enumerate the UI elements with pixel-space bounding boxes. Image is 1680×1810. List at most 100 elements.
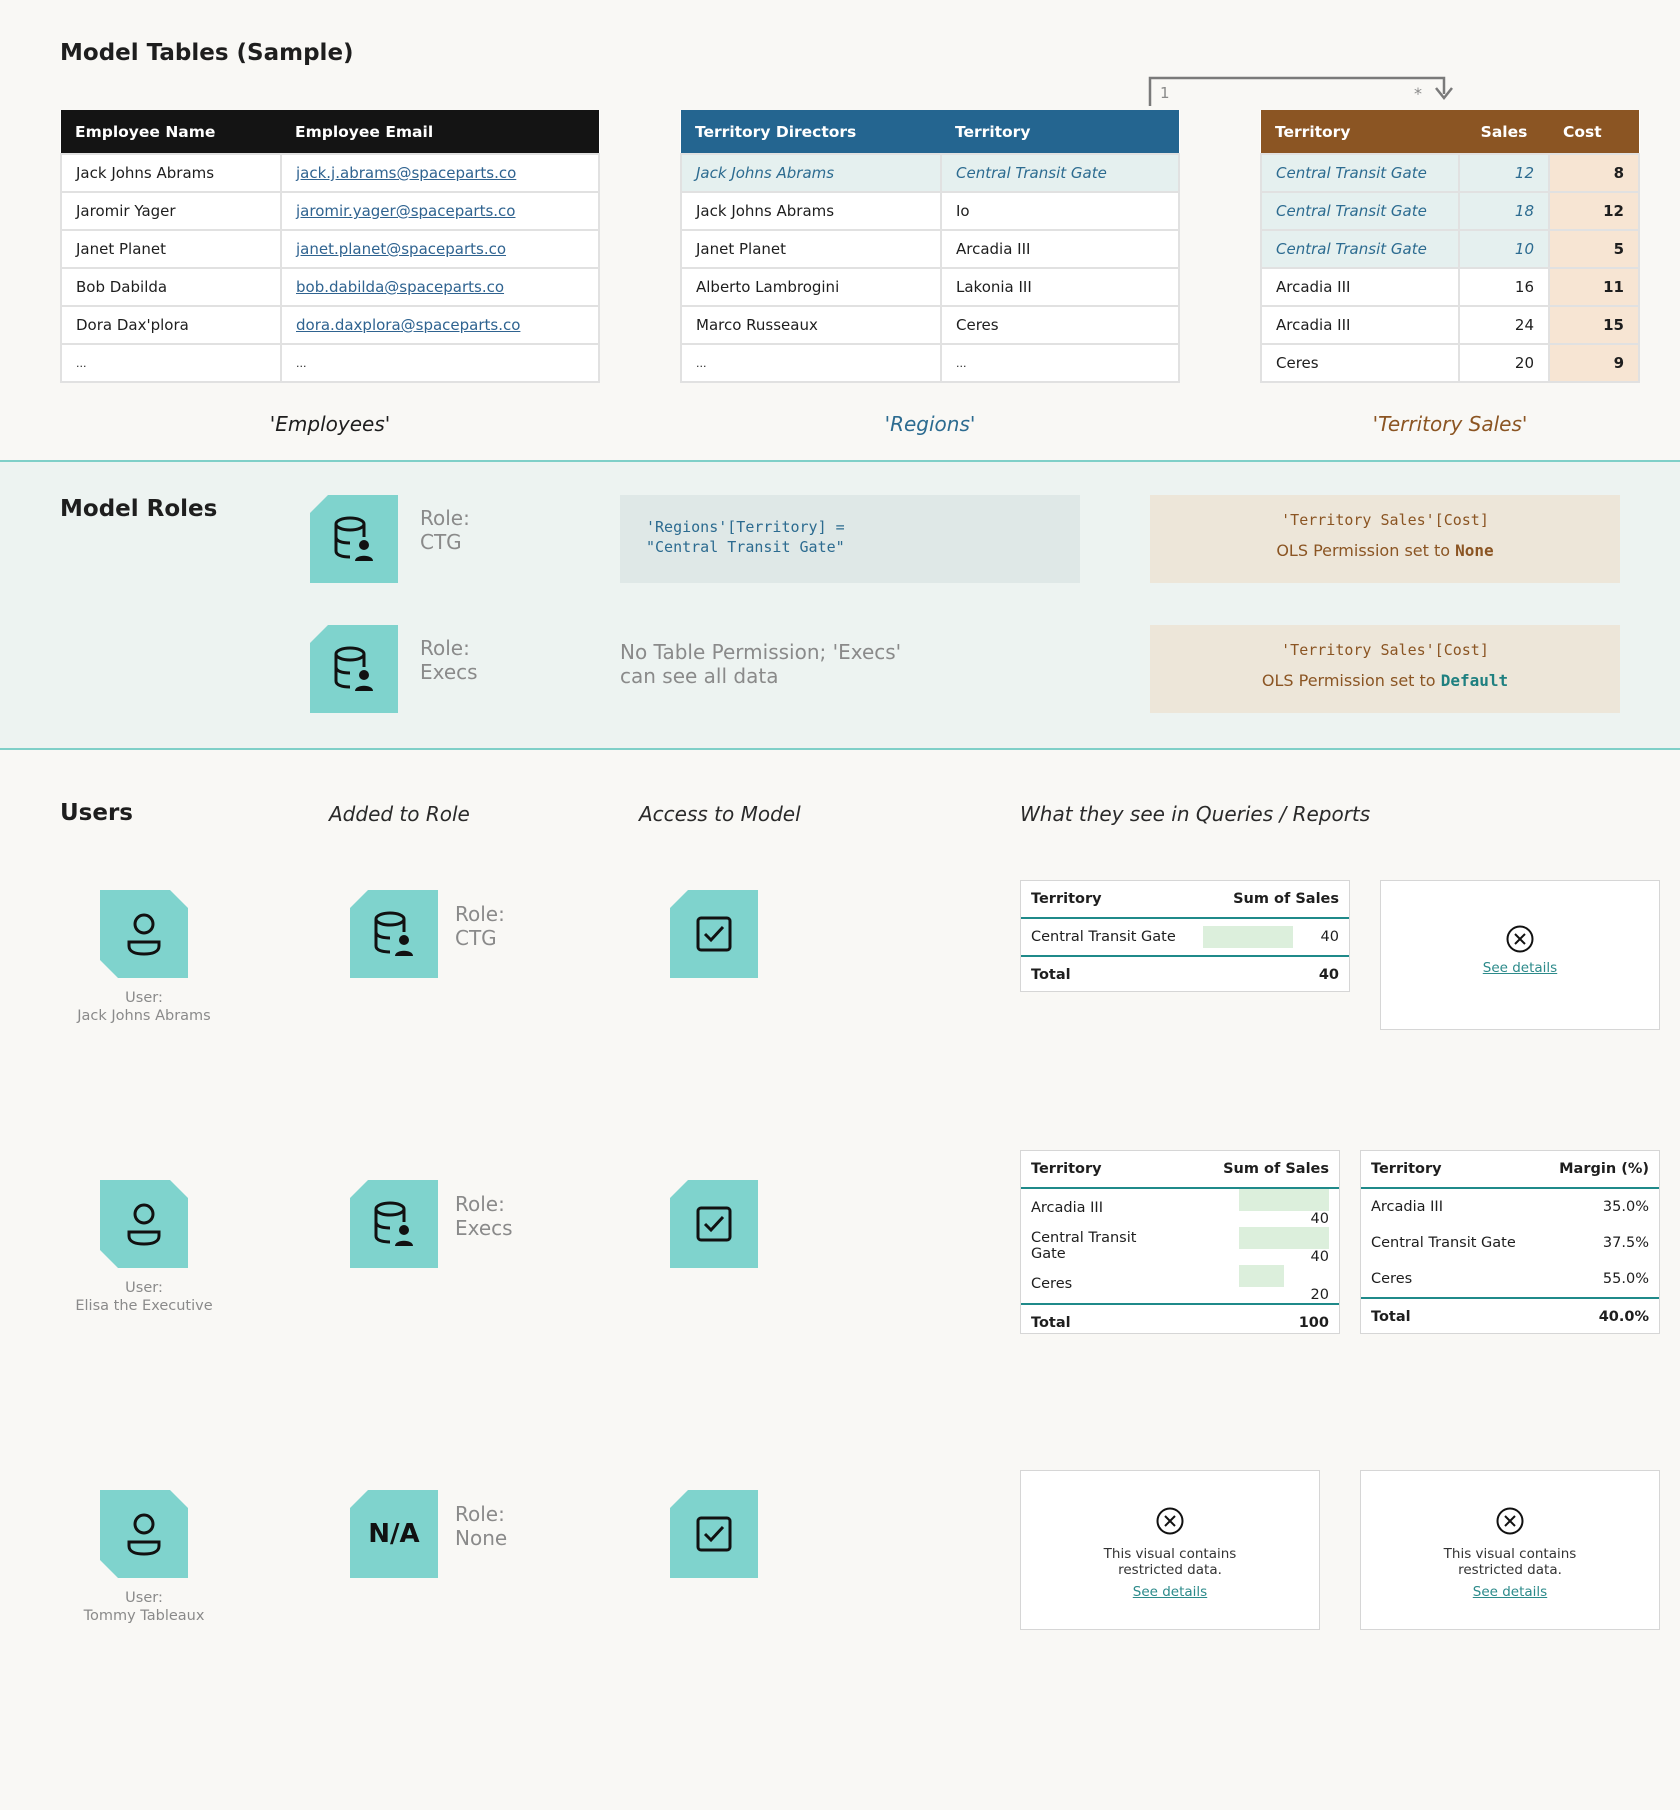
ctg-sales-visual[interactable]: Territory Sum of Sales Central Transit Ga… [1020,880,1350,993]
regions-table: Territory Directors Territory Jack Johns… [680,110,1180,383]
territory-sales-table: Territory Sales Cost Central Transit Gat… [1260,110,1640,383]
checkbox-checked-icon [696,1206,732,1242]
employees-table: Employee Name Employee Email Jack Johns … [60,110,600,383]
checkbox-checked-icon [696,1516,732,1552]
what-they-see-heading: What they see in Queries / Reports [1020,802,1371,826]
user-elisa-role-label: Role: Execs [455,1192,513,1240]
visual-header-margin: Margin (%) [1539,1151,1659,1189]
sales-territory: Central Transit Gate [1260,153,1460,193]
tommy-restricted-visual-right: This visual contains restricted data. Se… [1360,1470,1660,1630]
error-circle-icon [1496,1507,1524,1535]
note-line: can see all data [620,664,779,688]
user-elisa-access-icon [670,1180,758,1268]
error-circle-icon [1506,925,1534,953]
employee-name: Dora Dax'plora [60,305,282,345]
table-row: Alberto Lambrogini Lakonia III [680,267,1180,307]
sales-territory: Arcadia III [1260,267,1460,307]
relationship-many-label: * [1414,84,1422,103]
employee-email: ... [280,343,600,383]
total-value: 40.0% [1539,1297,1659,1335]
user-icon [127,913,161,956]
employee-email-link[interactable]: jaromir.yager@spaceparts.co [296,202,515,220]
territory-sales-caption: 'Territory Sales' [1372,412,1528,436]
role-prefix: Role: [455,1192,505,1216]
user-jack-role-label: Role: CTG [455,902,505,950]
region-territory: ... [940,343,1180,383]
database-user-icon [374,911,413,956]
employee-email-link[interactable]: janet.planet@spaceparts.co [296,240,506,258]
cost-value: 11 [1548,267,1640,307]
see-details-link[interactable]: See details [1473,1584,1547,1600]
visual-territory: Arcadia III [1371,1199,1443,1215]
visual-territory: Central Transit Gate [1371,1235,1516,1251]
region-director: Marco Russeaux [680,305,942,345]
table-row: Jack Johns Abrams Central Transit Gate [680,153,1180,193]
user-icon [127,1203,161,1246]
visual-header-territory: Territory [1021,881,1190,919]
region-territory: Io [940,191,1180,231]
region-director: Alberto Lambrogini [680,267,942,307]
region-director: Janet Planet [680,229,942,269]
visual-value: 40 [1320,929,1339,945]
ols-column: 'Territory Sales'[Cost] [1281,641,1489,659]
error-circle-icon [1156,1507,1184,1535]
restricted-message: restricted data. [1458,1562,1562,1578]
visual-value: 40 [1310,1211,1329,1227]
added-to-role-heading: Added to Role [329,802,470,826]
regions-header-directors: Territory Directors [681,110,941,154]
user-tommy-access-icon [670,1490,758,1578]
user-jack-icon [100,890,188,978]
role-ctg-icon [310,495,398,583]
user-name: Tommy Tableaux [83,1608,205,1624]
ols-value: Default [1440,671,1509,690]
ols-permission: OLS Permission set to None [1150,541,1620,560]
cost-value: 15 [1548,305,1640,345]
sales-territory: Ceres [1260,343,1460,383]
region-director: Jack Johns Abrams [680,153,942,193]
sales-value: 18 [1458,191,1550,231]
table-row: Janet Planet janet.planet@spaceparts.co [60,229,600,269]
role-ctg-ols: 'Territory Sales'[Cost] OLS Permission s… [1150,495,1620,583]
visual-header-territory: Territory [1361,1151,1540,1189]
role-execs-label: Role: Execs [420,636,478,684]
role-prefix: Role: [455,1502,505,1526]
region-territory: Central Transit Gate [940,153,1180,193]
total-value: 40 [1189,955,1349,993]
rule-line: 'Regions'[Territory] = [646,518,845,536]
visual-territory: Ceres [1031,1276,1073,1292]
restricted-message: restricted data. [1118,1562,1222,1578]
employee-name: Janet Planet [60,229,282,269]
employee-email-link[interactable]: bob.dabilda@spaceparts.co [296,278,504,296]
employee-name: Jack Johns Abrams [60,153,282,193]
region-territory: Lakonia III [940,267,1180,307]
see-details-link[interactable]: See details [1483,960,1557,976]
user-prefix: User: [125,1280,163,1296]
table-row: Jaromir Yager jaromir.yager@spaceparts.co [60,191,600,231]
table-row: Central Transit Gate 18 12 [1260,191,1640,231]
employee-email-link[interactable]: dora.daxplora@spaceparts.co [296,316,520,334]
exec-margin-visual[interactable]: Territory Margin (%) Arcadia III 35.0% Cen… [1360,1150,1660,1335]
ols-permission: OLS Permission set to Default [1150,671,1620,690]
employee-email-link[interactable]: jack.j.abrams@spaceparts.co [296,164,516,182]
sales-header-cost: Cost [1549,110,1639,154]
ols-value: None [1455,541,1494,560]
sales-territory: Central Transit Gate [1260,229,1460,269]
employee-name: Bob Dabilda [60,267,282,307]
regions-header-territory: Territory [941,110,1179,154]
employees-header-name: Employee Name [61,110,281,154]
total-row: Total 100 [1021,1303,1339,1341]
user-tommy-caption: User: Tommy Tableaux [44,1589,244,1625]
regions-caption: 'Regions' [884,412,976,436]
ols-text: OLS Permission set to [1276,541,1451,560]
role-ctg-filter-rule: 'Regions'[Territory] = "Central Transit … [620,495,1080,583]
exec-sales-visual[interactable]: Territory Sum of Sales Arcadia III 40 Cen… [1020,1150,1340,1341]
visual-header-sales: Sum of Sales [1185,1151,1339,1189]
visual-value: 40 [1310,1249,1329,1265]
see-details-link[interactable]: See details [1133,1584,1207,1600]
role-ctg-label: Role: CTG [420,506,470,554]
employees-caption: 'Employees' [269,412,391,436]
visual-header-territory: Territory [1021,1151,1186,1189]
table-row: Central Transit Gate 10 5 [1260,229,1640,269]
visual-header-sales: Sum of Sales [1189,881,1349,919]
user-prefix: User: [125,990,163,1006]
